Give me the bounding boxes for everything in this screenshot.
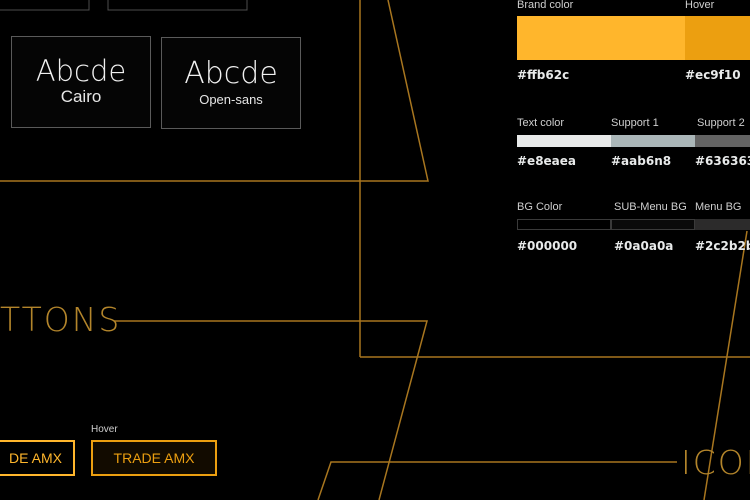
- trade-amx-button-label: DE AMX: [9, 450, 62, 466]
- support-1-swatch: [611, 135, 695, 147]
- font-name-open-sans: Open-sans: [199, 92, 263, 107]
- font-card-open-sans: Abcde Open-sans: [161, 37, 301, 129]
- buttons-section-title: TTONS: [0, 300, 122, 339]
- support-2-swatch: [695, 135, 750, 147]
- text-color-swatch: [517, 135, 611, 147]
- bg-color-label: BG Color: [517, 201, 563, 213]
- submenu-bg-label: SUB-Menu BG: [614, 201, 687, 213]
- font-card-cairo: Abcde Cairo: [11, 36, 151, 128]
- text-color-hex: #e8eaea: [517, 154, 577, 168]
- submenu-bg-swatch: [611, 219, 695, 230]
- support-1-hex: #aab6n8: [611, 154, 672, 168]
- font-sample-open-sans: Abcde: [184, 56, 278, 91]
- trade-amx-button[interactable]: DE AMX: [0, 440, 75, 476]
- bg-color-swatch: [517, 219, 611, 230]
- menu-bg-label: Menu BG: [695, 201, 742, 213]
- font-sample-cairo: Abcde: [35, 54, 127, 88]
- menu-bg-swatch: [695, 219, 750, 230]
- menu-bg-hex: #2c2b2b: [695, 239, 750, 253]
- bg-color-hex: #000000: [517, 239, 578, 253]
- hover-button-label: Hover: [91, 424, 118, 435]
- trade-amx-hover-button[interactable]: TRADE AMX: [91, 440, 217, 476]
- support-2-label: Support 2: [697, 117, 745, 129]
- trade-amx-hover-button-label: TRADE AMX: [113, 450, 195, 466]
- hover-color-label: Hover: [685, 0, 715, 11]
- brand-color-swatch: [517, 16, 685, 60]
- hover-color-swatch: [685, 16, 750, 60]
- brand-color-label: Brand color: [517, 0, 574, 11]
- text-color-label: Text color: [517, 117, 565, 129]
- font-name-cairo: Cairo: [60, 87, 102, 106]
- icons-section-title: ICON: [681, 443, 750, 482]
- hover-color-hex: #ec9f10: [685, 68, 741, 82]
- submenu-bg-hex: #0a0a0a: [614, 239, 674, 253]
- brand-color-hex: #ffb62c: [517, 68, 570, 82]
- support-2-hex: #636363: [695, 154, 750, 168]
- support-1-label: Support 1: [611, 117, 659, 129]
